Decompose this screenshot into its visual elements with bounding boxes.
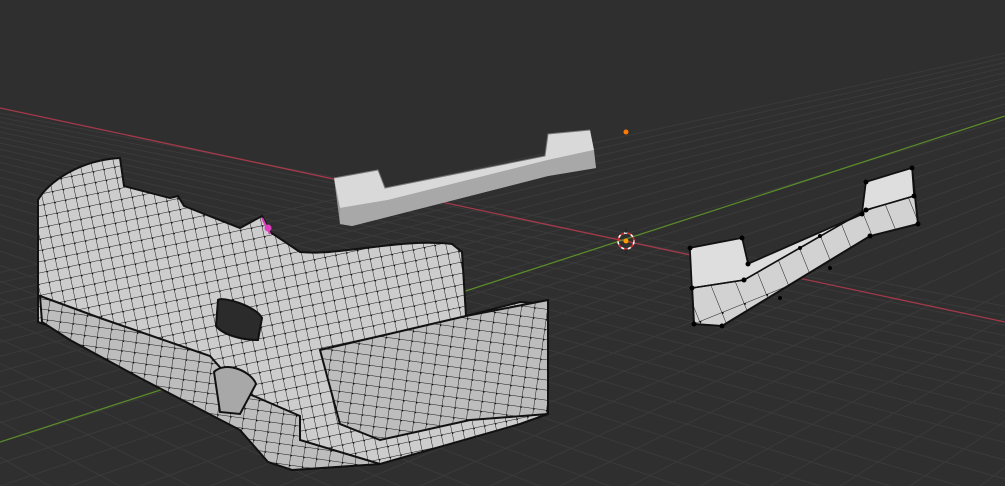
side-skirt-solid-object[interactable] (333, 129, 596, 226)
viewport-canvas[interactable] (0, 0, 1005, 486)
object-origin-dot[interactable] (623, 129, 629, 135)
front-bumper-wireframe-object[interactable] (37, 156, 549, 472)
3d-viewport[interactable] (0, 0, 1005, 486)
grid-line (489, 247, 1005, 486)
side-skirt-wireframe-object[interactable] (687, 165, 921, 329)
